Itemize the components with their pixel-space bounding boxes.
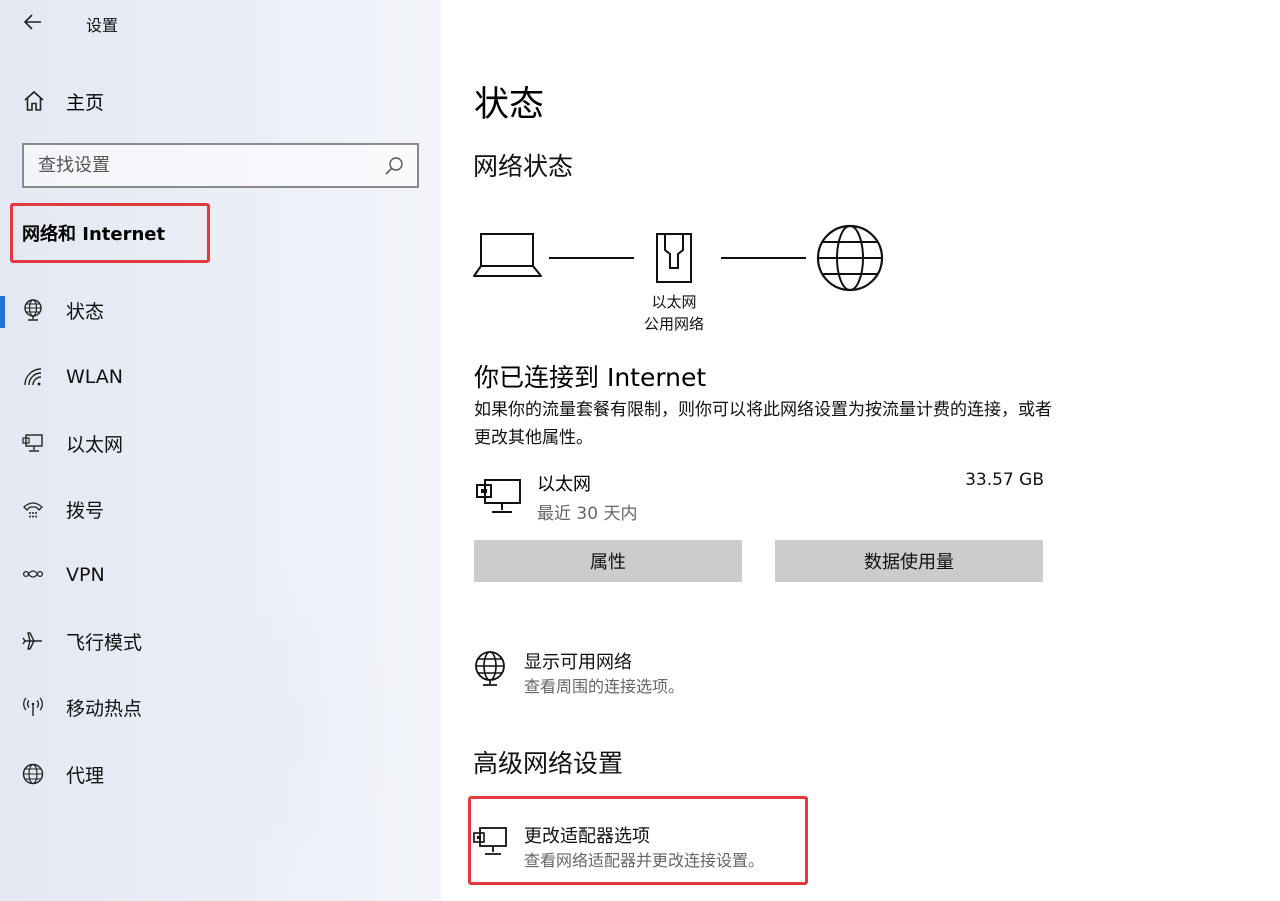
sidebar-item-label: WLAN (66, 366, 124, 388)
sidebar: 设置 主页 网络和 Internet (0, 0, 441, 901)
laptop-icon (473, 233, 542, 277)
wifi-icon (21, 365, 45, 389)
data-usage-button[interactable]: 数据使用量 (775, 540, 1043, 582)
section-title: 网络和 Internet (22, 224, 166, 245)
sidebar-item-label: 移动热点 (66, 697, 143, 720)
airplane-icon (21, 629, 45, 653)
change-adapter-highlight (468, 796, 808, 885)
ethernet-icon (21, 431, 45, 455)
page-title: 状态 (474, 85, 545, 125)
sidebar-item-label: 代理 (66, 764, 105, 787)
selected-indicator (0, 296, 5, 328)
sidebar-background-glow (140, 560, 400, 900)
ethernet-adapter-icon (476, 479, 521, 513)
ethernet-port-icon (656, 233, 692, 283)
sidebar-item-label: 飞行模式 (66, 631, 143, 654)
network-status-heading: 网络状态 (473, 152, 574, 181)
adapter-name: 以太网 (537, 474, 591, 495)
main-content: 状态 网络状态 以太网 公用网络 你已连接到 Internet 如果你的流量套餐… (441, 0, 1280, 901)
hotspot-icon (21, 695, 45, 719)
globe-icon (21, 762, 45, 786)
sidebar-item-ethernet[interactable]: 以太网 (0, 421, 441, 465)
adapter-period: 最近 30 天内 (537, 504, 638, 524)
dialup-icon (21, 497, 45, 521)
sidebar-item-wlan[interactable]: WLAN (0, 355, 441, 399)
available-networks-icon (475, 651, 505, 686)
vpn-icon (21, 563, 45, 587)
connected-status-title: 你已连接到 Internet (474, 363, 707, 392)
network-diagram-graphic (473, 224, 884, 292)
search-icon[interactable] (377, 149, 411, 183)
network-diagram: 以太网 公用网络 (471, 220, 891, 340)
adapter-usage-row: 以太网 最近 30 天内 33.57 GB (474, 470, 1044, 526)
adapter-data-usage: 33.57 GB (965, 470, 1044, 490)
show-networks-title: 显示可用网络 (524, 652, 632, 673)
internet-globe-icon (816, 224, 884, 292)
back-button[interactable] (20, 8, 46, 36)
back-arrow-icon (23, 14, 41, 30)
sidebar-item-status[interactable]: 状态 (0, 288, 441, 332)
sidebar-item-vpn[interactable]: VPN (0, 553, 441, 597)
sidebar-item-label: VPN (66, 564, 105, 586)
sidebar-item-label: 拨号 (66, 499, 105, 522)
diagram-network-type-label: 公用网络 (643, 315, 704, 333)
home-label: 主页 (66, 91, 105, 114)
advanced-settings-heading: 高级网络设置 (473, 749, 624, 778)
sidebar-item-mobile-hotspot[interactable]: 移动热点 (0, 685, 441, 729)
home-icon (22, 89, 46, 113)
home-nav-item[interactable]: 主页 (22, 86, 322, 116)
sidebar-item-airplane-mode[interactable]: 飞行模式 (0, 619, 441, 663)
sidebar-item-dialup[interactable]: 拨号 (0, 487, 441, 531)
show-networks-subtitle: 查看周围的连接选项。 (524, 677, 685, 696)
app-title: 设置 (86, 16, 119, 35)
search-box[interactable] (22, 143, 419, 188)
sidebar-item-proxy[interactable]: 代理 (0, 752, 441, 796)
sidebar-item-label: 以太网 (66, 433, 124, 456)
sidebar-item-label: 状态 (66, 300, 105, 323)
title-bar: 设置 (0, 0, 441, 44)
diagram-adapter-label: 以太网 (651, 293, 697, 311)
search-input[interactable] (24, 145, 377, 186)
properties-button[interactable]: 属性 (474, 540, 742, 582)
globe-network-icon (21, 298, 45, 322)
show-available-networks-link[interactable]: 显示可用网络 查看周围的连接选项。 (472, 648, 892, 696)
connection-description: 如果你的流量套餐有限制，则你可以将此网络设置为按流量计费的连接，或者更改其他属性… (474, 400, 1052, 448)
